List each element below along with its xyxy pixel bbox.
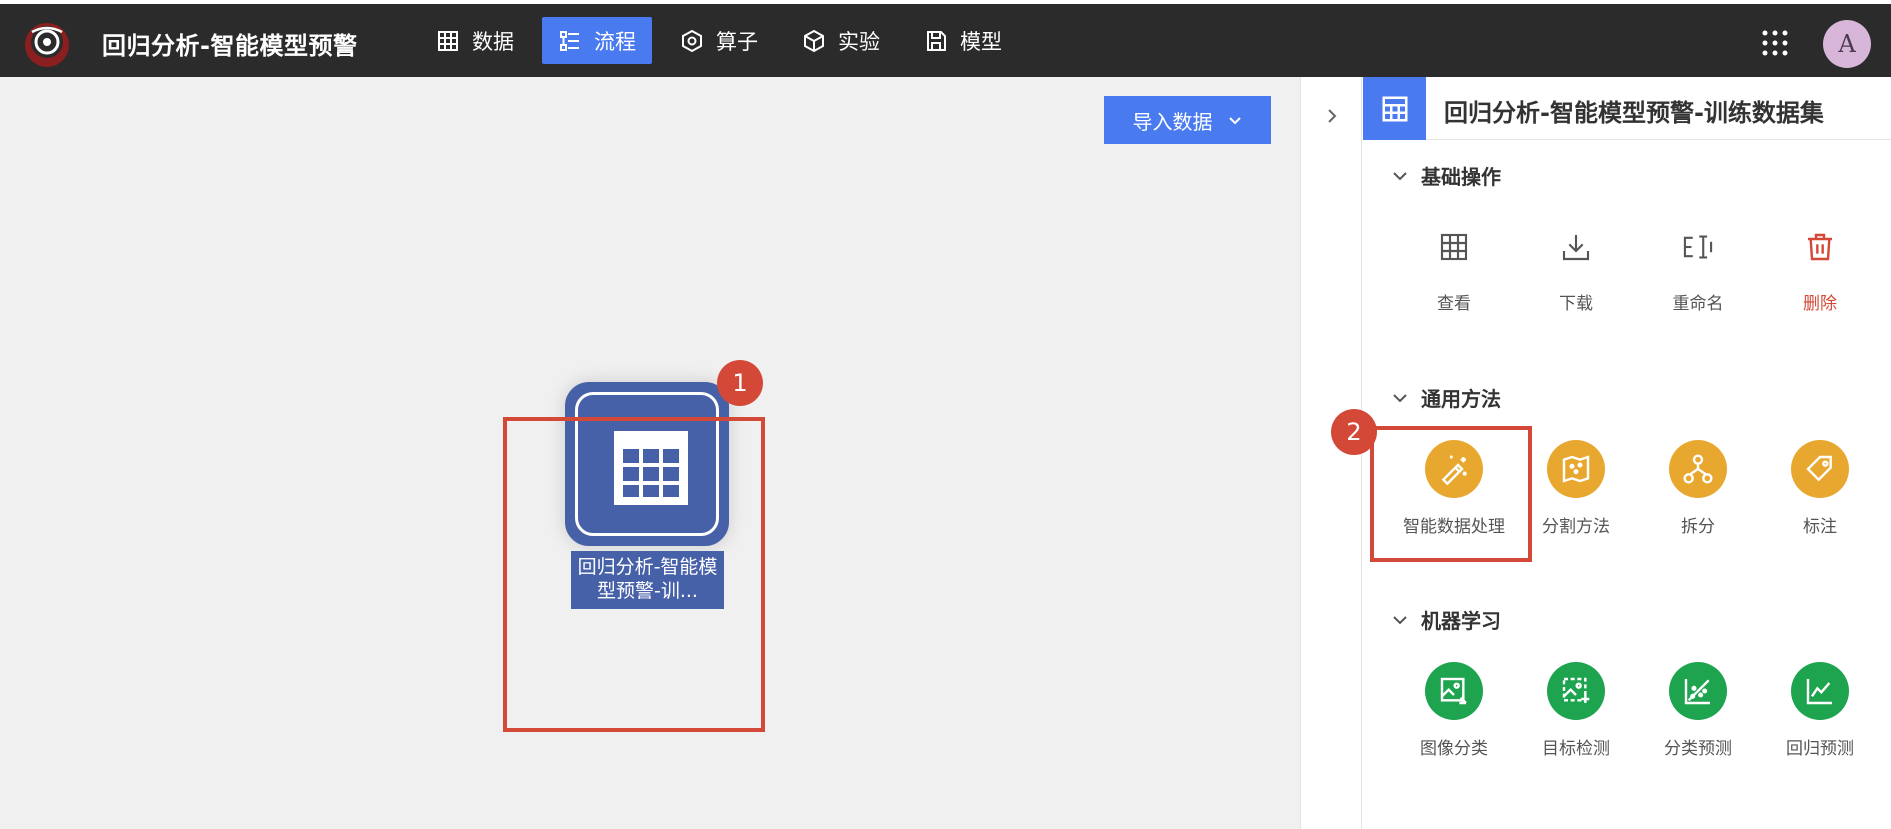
section-title: 机器学习: [1421, 609, 1501, 633]
annotation-badge-2: 2: [1331, 409, 1377, 455]
chevron-down-icon: [1393, 171, 1407, 180]
nav-item-data[interactable]: 数据: [420, 17, 530, 64]
branch-icon: [1669, 440, 1727, 498]
image-classification-label: 图像分类: [1420, 739, 1488, 759]
panel-title: 回归分析-智能模型预警-训练数据集: [1444, 99, 1824, 127]
download-label: 下载: [1559, 294, 1593, 314]
chevron-down-icon: [1393, 615, 1407, 624]
object-detection-label: 目标检测: [1542, 739, 1610, 759]
tag-icon: [1791, 440, 1849, 498]
app-logo-icon[interactable]: [22, 20, 72, 70]
section-general-methods[interactable]: 通用方法: [1391, 383, 1501, 412]
apps-grid-icon[interactable]: [1760, 28, 1790, 58]
object-detect-icon: [1547, 662, 1605, 720]
split-map-icon: [1547, 440, 1605, 498]
annotation-badge-1: 1: [717, 360, 763, 406]
rename-label: 重命名: [1672, 294, 1724, 314]
panel-header: 回归分析-智能模型预警-训练数据集: [1363, 77, 1891, 140]
annotate-button[interactable]: 标注: [1759, 440, 1881, 537]
chevron-right-icon[interactable]: [1323, 107, 1341, 125]
classification-prediction-button[interactable]: 分类预测: [1637, 662, 1759, 759]
nav-item-label: 实验: [838, 29, 880, 54]
image-classify-icon: [1425, 662, 1483, 720]
view-label: 查看: [1437, 294, 1471, 314]
download-icon: [1548, 219, 1604, 275]
app-title: 回归分析-智能模型预警: [102, 32, 358, 60]
split-method-button[interactable]: 分割方法: [1515, 440, 1637, 537]
classification-prediction-label: 分类预测: [1664, 739, 1732, 759]
rename-button[interactable]: 重命名: [1637, 219, 1759, 314]
section-title: 基础操作: [1421, 165, 1501, 189]
trash-icon: [1792, 219, 1848, 275]
split-button[interactable]: 拆分: [1637, 440, 1759, 537]
nav-item-flow[interactable]: 流程: [542, 17, 652, 64]
section-machine-learning[interactable]: 机器学习: [1391, 605, 1501, 634]
split-label: 拆分: [1681, 517, 1715, 537]
table-icon: [438, 30, 458, 51]
hexagon-icon: [682, 29, 702, 52]
scatter-icon: [1669, 662, 1727, 720]
section-basic-ops[interactable]: 基础操作: [1391, 161, 1501, 190]
download-button[interactable]: 下载: [1515, 219, 1637, 314]
user-avatar[interactable]: A: [1823, 20, 1871, 68]
rename-icon: [1670, 219, 1726, 275]
cube-icon: [804, 29, 824, 52]
line-chart-icon: [1791, 662, 1849, 720]
basic-ops-grid: 查看 下载 重命名 删除: [1393, 219, 1881, 314]
import-data-label: 导入数据: [1132, 109, 1213, 134]
panel-header-icon-box: [1363, 77, 1426, 140]
nav-item-label: 模型: [960, 29, 1002, 54]
save-icon: [927, 30, 946, 51]
import-data-button[interactable]: 导入数据: [1104, 96, 1271, 144]
nav-item-operator[interactable]: 算子: [664, 17, 774, 64]
table-icon: [1426, 219, 1482, 275]
annotate-label: 标注: [1803, 517, 1837, 537]
chevron-down-icon: [1393, 393, 1407, 402]
split-method-label: 分割方法: [1542, 517, 1610, 537]
delete-label: 删除: [1803, 294, 1837, 314]
main-nav: 数据 流程 算子 实验 模型: [420, 17, 1018, 67]
nav-item-experiment[interactable]: 实验: [786, 17, 896, 64]
regression-prediction-button[interactable]: 回归预测: [1759, 662, 1881, 759]
regression-prediction-label: 回归预测: [1786, 739, 1854, 759]
view-button[interactable]: 查看: [1393, 219, 1515, 314]
top-bar: 回归分析-智能模型预警 数据 流程 算子 实验 模型 A: [0, 0, 1891, 77]
section-title: 通用方法: [1421, 387, 1501, 411]
machine-learning-grid: 图像分类 目标检测 分类预测 回归预测: [1393, 662, 1881, 759]
delete-button[interactable]: 删除: [1759, 219, 1881, 314]
flow-icon: [560, 30, 579, 51]
nav-item-label: 流程: [594, 29, 636, 54]
annotation-box-2: [1370, 426, 1532, 562]
nav-item-model[interactable]: 模型: [908, 17, 1018, 64]
chevron-down-icon: [1228, 117, 1241, 125]
table-icon: [1382, 96, 1407, 121]
nav-item-label: 算子: [716, 29, 758, 54]
nav-item-label: 数据: [472, 29, 514, 54]
object-detection-button[interactable]: 目标检测: [1515, 662, 1637, 759]
image-classification-button[interactable]: 图像分类: [1393, 662, 1515, 759]
annotation-box-1: [503, 417, 765, 732]
